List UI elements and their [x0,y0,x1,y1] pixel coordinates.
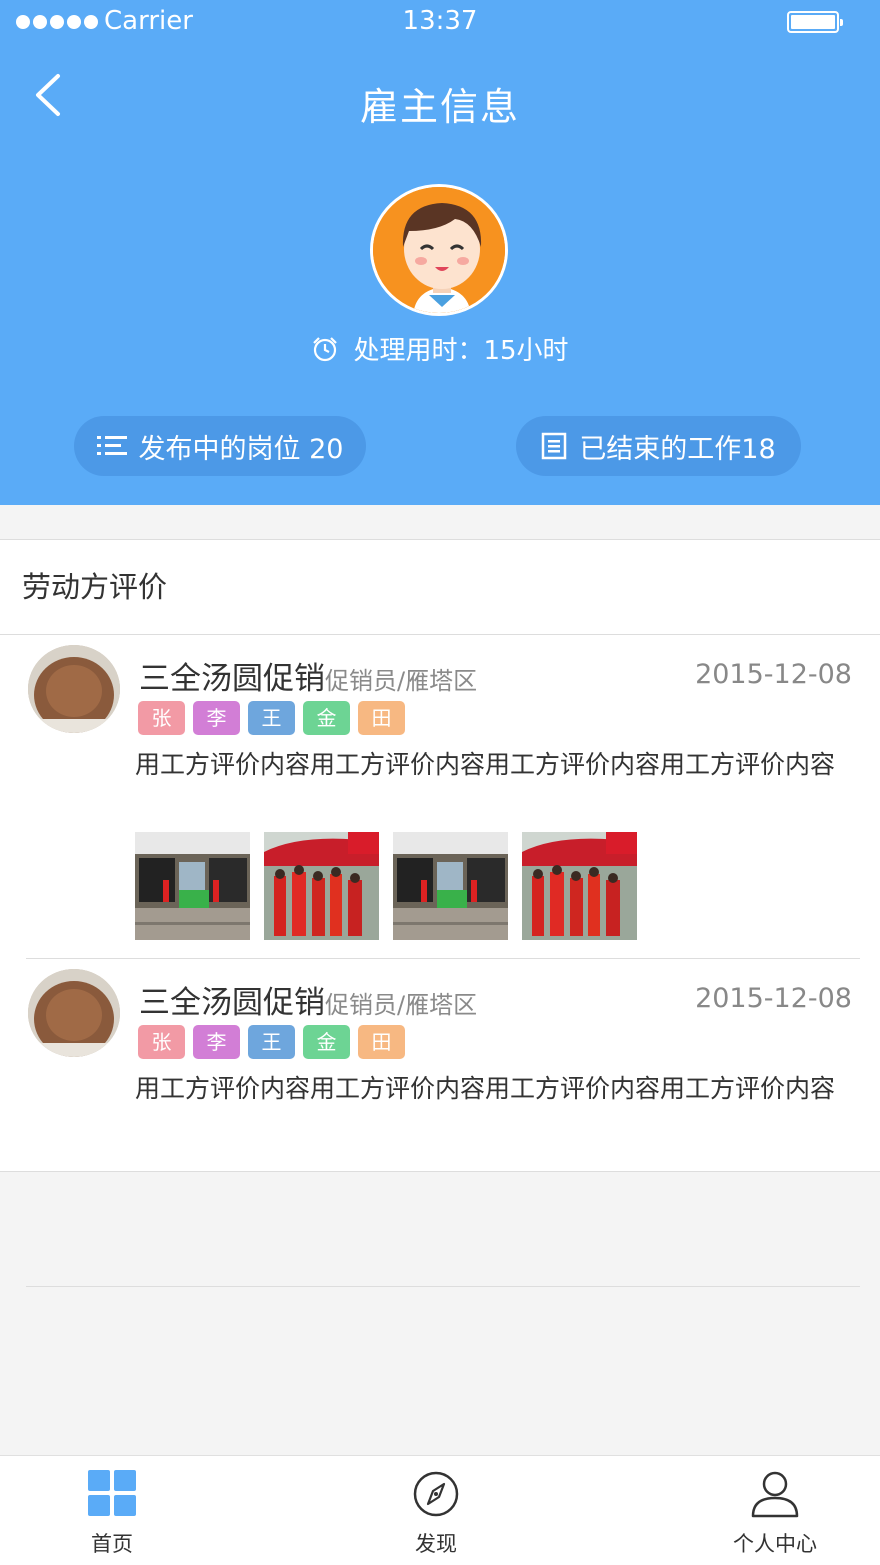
active-jobs-label: 发布中的岗位 20 [138,433,344,465]
tag-li: 李 [193,701,240,735]
status-time: 13:37 [402,6,478,36]
list-icon [96,436,127,455]
status-bar: Carrier 13:37 [0,0,880,46]
review-content: 用工方评价内容用工方评价内容用工方评价内容用工方评价内容 [135,750,836,779]
reviews-section-title: 劳动方评价 [0,539,880,635]
tag-tian: 田 [358,701,405,735]
tag-jin: 金 [303,701,350,735]
tab-discover[interactable]: 发现 [366,1456,506,1565]
finished-jobs-label: 已结束的工作18 [579,433,776,465]
review-photo[interactable] [264,832,379,940]
tag-zhang: 张 [138,1025,185,1059]
review-photo[interactable] [393,832,508,940]
tag-zhang: 张 [138,701,185,735]
grid-icon [88,1470,136,1516]
review-job-name: 三全汤圆促销 [139,985,325,1021]
review-item[interactable]: 三全汤圆促销促销员/雁塔区 2015-12-08 张 李 王 金 田 用工方评价… [0,959,880,1171]
tab-discover-label: 发现 [415,1532,457,1556]
review-job-name: 三全汤圆促销 [139,661,325,697]
active-jobs-button[interactable]: 发布中的岗位 20 [74,416,366,476]
processing-time-label: 处理用时：15小时 [353,336,569,366]
tag-wang: 王 [248,1025,295,1059]
tag-li: 李 [193,1025,240,1059]
compass-icon [413,1471,459,1517]
reviewer-avatar [28,969,120,1057]
battery-icon [787,11,843,33]
reviewer-tags: 张 李 王 金 田 [138,701,405,735]
employer-header: Carrier 13:37 雇主信息 处理用时：15小时 发布中的岗位 20 已… [0,0,880,505]
review-title: 三全汤圆促销促销员/雁塔区 [139,977,477,1022]
tag-tian: 田 [358,1025,405,1059]
review-photo[interactable] [522,832,637,940]
reviewer-avatar [28,645,120,733]
finished-jobs-button[interactable]: 已结束的工作18 [516,416,801,476]
review-photo[interactable] [135,832,250,940]
review-title: 三全汤圆促销促销员/雁塔区 [139,653,477,698]
reviewer-tags: 张 李 王 金 田 [138,1025,405,1059]
review-date: 2015-12-08 [695,659,852,690]
review-role: 促销员/雁塔区 [325,667,478,695]
review-content: 用工方评价内容用工方评价内容用工方评价内容用工方评价内容 [135,1074,836,1103]
review-list: 三全汤圆促销促销员/雁塔区 2015-12-08 张 李 王 金 田 用工方评价… [0,635,880,1172]
processing-time: 处理用时：15小时 [0,330,880,367]
employer-avatar [370,184,508,316]
tab-home[interactable]: 首页 [42,1456,182,1565]
tab-home-label: 首页 [91,1532,133,1556]
tab-profile[interactable]: 个人中心 [705,1456,845,1565]
tab-profile-label: 个人中心 [733,1532,817,1556]
review-photos [135,832,637,940]
divider [26,1286,860,1287]
alarm-clock-icon [313,336,338,361]
review-item[interactable]: 三全汤圆促销促销员/雁塔区 2015-12-08 张 李 王 金 田 用工方评价… [0,635,880,959]
tag-wang: 王 [248,701,295,735]
review-role: 促销员/雁塔区 [325,991,478,1019]
page-title: 雇主信息 [359,85,520,129]
tab-bar: 首页 发现 个人中心 [0,1455,880,1565]
review-date: 2015-12-08 [695,983,852,1014]
document-icon [542,432,567,460]
tag-jin: 金 [303,1025,350,1059]
person-icon [751,1471,799,1518]
